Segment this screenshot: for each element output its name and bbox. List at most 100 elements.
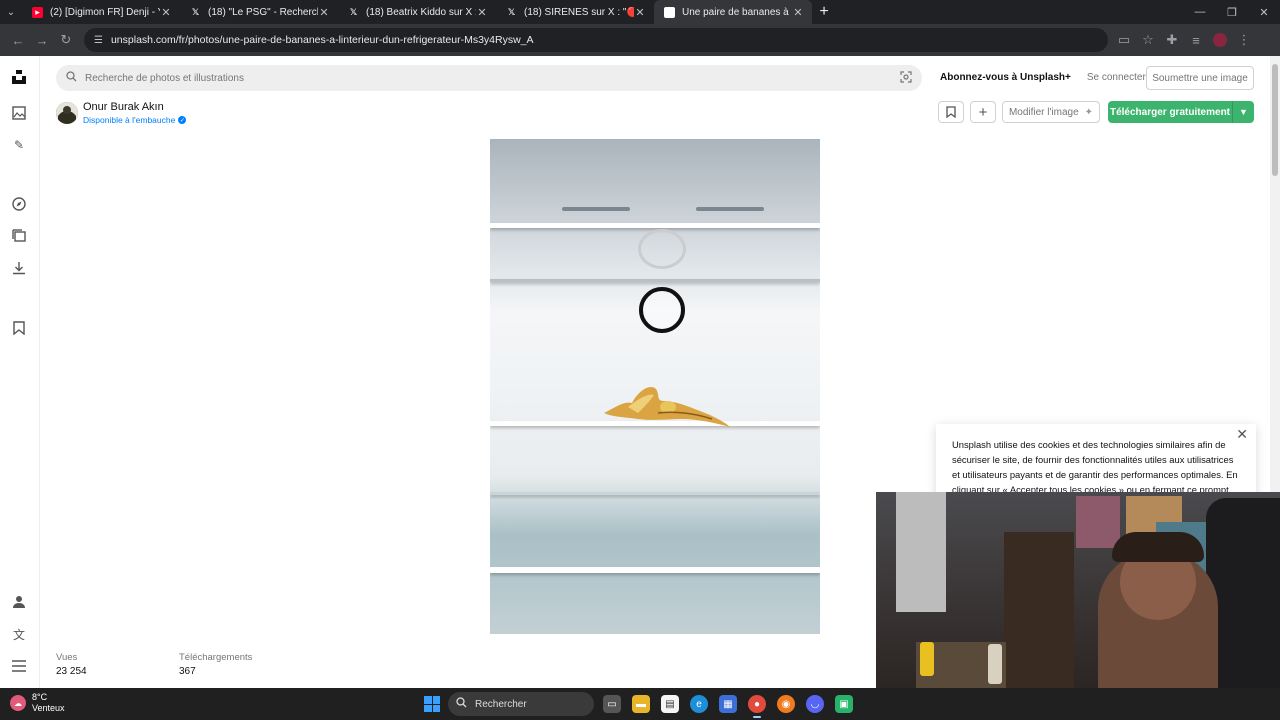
close-icon[interactable]: ✕ bbox=[318, 6, 330, 19]
windows-start-icon[interactable] bbox=[424, 696, 440, 712]
unsplash-logo-icon[interactable] bbox=[10, 68, 28, 86]
weather-icon: ☁ bbox=[10, 695, 26, 711]
webcam-poster bbox=[1076, 496, 1120, 548]
views-label: Vues bbox=[56, 652, 78, 663]
discord-icon[interactable]: ◡ bbox=[806, 695, 824, 713]
edge-icon[interactable]: e bbox=[690, 695, 708, 713]
bookmark-star-icon[interactable]: ☆ bbox=[1136, 28, 1160, 52]
downloads-value: 367 bbox=[179, 666, 196, 677]
chrome-icon[interactable]: ● bbox=[748, 695, 766, 718]
header-links: Abonnez-vous à Unsplash+ Se connecter bbox=[940, 72, 1146, 83]
close-icon[interactable]: ✕ bbox=[1236, 427, 1248, 442]
browser-toolbar: ← → ↻ ☰ unsplash.com/fr/photos/une-paire… bbox=[0, 24, 1280, 56]
new-tab-button[interactable]: + bbox=[812, 3, 836, 21]
login-link[interactable]: Se connecter bbox=[1087, 72, 1146, 83]
chevron-down-icon[interactable]: ▼ bbox=[1232, 101, 1254, 123]
hire-status[interactable]: Disponible à l'embauche ✓ bbox=[83, 115, 187, 125]
menu-icon[interactable]: ⋮ bbox=[1232, 28, 1256, 52]
fridge-shelf bbox=[490, 223, 820, 228]
address-bar[interactable]: ☰ unsplash.com/fr/photos/une-paire-de-ba… bbox=[84, 28, 1108, 52]
browser-tab[interactable]: ▸ (2) [Digimon FR] Denji - YouTube ✕ bbox=[22, 0, 180, 24]
weather-condition: Venteux bbox=[32, 703, 65, 713]
reading-list-icon[interactable]: ≡ bbox=[1184, 28, 1208, 52]
scrollbar-thumb[interactable] bbox=[1272, 64, 1278, 176]
back-icon[interactable]: ← bbox=[6, 28, 30, 52]
reload-icon[interactable]: ↻ bbox=[54, 28, 78, 52]
close-icon[interactable]: ✕ bbox=[792, 6, 804, 19]
x-icon: 𝕏 bbox=[349, 6, 358, 17]
download-icon[interactable] bbox=[10, 259, 28, 277]
author-avatar[interactable] bbox=[56, 102, 78, 124]
file-explorer-icon[interactable]: ▬ bbox=[632, 695, 650, 713]
search-icon bbox=[456, 697, 467, 711]
user-icon[interactable] bbox=[10, 593, 28, 611]
hire-label: Disponible à l'embauche bbox=[83, 115, 176, 125]
minimize-icon[interactable]: — bbox=[1184, 6, 1216, 19]
search-input[interactable]: Recherche de photos et illustrations bbox=[85, 73, 900, 84]
image-icon[interactable] bbox=[10, 104, 28, 122]
hamburger-menu-icon[interactable] bbox=[10, 657, 28, 675]
author-name[interactable]: Onur Burak Akın bbox=[83, 101, 164, 113]
close-icon[interactable]: ✕ bbox=[160, 6, 172, 19]
explore-compass-icon[interactable] bbox=[10, 195, 28, 213]
browser-tab[interactable]: 𝕏 (18) Beatrix Kiddo sur X : "L'ext ✕ bbox=[338, 0, 496, 24]
browser-tab[interactable]: 𝕏 (18) "Le PSG" - Recherche / X ✕ bbox=[180, 0, 338, 24]
fridge-rail bbox=[490, 279, 820, 282]
cast-icon[interactable]: ▭ bbox=[1112, 28, 1136, 52]
window-close-icon[interactable]: ✕ bbox=[1248, 6, 1280, 19]
app-icon[interactable]: ▣ bbox=[835, 695, 853, 713]
firefox-icon[interactable]: ◉ bbox=[777, 695, 795, 713]
cursor-highlight bbox=[639, 287, 685, 333]
webcam-window-light bbox=[896, 492, 946, 612]
browser-tab-strip: ⌄ ▸ (2) [Digimon FR] Denji - YouTube ✕ 𝕏… bbox=[0, 0, 1280, 24]
webcam-person-hair bbox=[1112, 532, 1204, 562]
submit-image-button[interactable]: Soumettre une image bbox=[1146, 66, 1254, 90]
bookmark-icon[interactable] bbox=[10, 319, 28, 337]
window-controls: — ❐ ✕ bbox=[1184, 6, 1280, 19]
windows-taskbar: ☁ 8°C Venteux Rechercher ▭ ▬ ▤ e ▦ ● ◉ ◡… bbox=[0, 688, 1280, 720]
youtube-icon: ▸ bbox=[32, 6, 43, 18]
subscribe-link[interactable]: Abonnez-vous à Unsplash+ bbox=[940, 72, 1071, 83]
url-text: unsplash.com/fr/photos/une-paire-de-bana… bbox=[110, 34, 534, 46]
language-icon[interactable]: 文 bbox=[10, 625, 28, 643]
taskbar-search[interactable]: Rechercher bbox=[448, 692, 594, 716]
notepad-icon[interactable]: ▤ bbox=[661, 695, 679, 713]
banana-peel bbox=[604, 386, 730, 427]
main-photo[interactable] bbox=[490, 139, 820, 634]
collections-icon[interactable] bbox=[10, 227, 28, 245]
close-icon[interactable]: ✕ bbox=[634, 6, 646, 19]
search-bar[interactable]: Recherche de photos et illustrations bbox=[56, 65, 922, 91]
webcam-bottle bbox=[920, 642, 934, 676]
tab-search-chevron-icon[interactable]: ⌄ bbox=[0, 0, 22, 24]
maximize-icon[interactable]: ❐ bbox=[1216, 6, 1248, 19]
task-view-icon[interactable]: ▭ bbox=[603, 695, 621, 713]
edit-image-button[interactable]: Modifier l'image ✦ bbox=[1002, 101, 1100, 123]
download-label: Télécharger gratuitement bbox=[1109, 106, 1231, 118]
extensions-icon[interactable]: ✚ bbox=[1160, 28, 1184, 52]
downloads-label: Téléchargements bbox=[179, 652, 253, 663]
close-icon[interactable]: ✕ bbox=[476, 6, 488, 19]
search-icon bbox=[66, 71, 77, 85]
tab-title: (18) "Le PSG" - Recherche / X bbox=[208, 6, 318, 18]
tab-title: (18) SIRÈNES sur X : "🔴 ALERT bbox=[524, 6, 634, 18]
add-to-collection-button[interactable]: + bbox=[970, 101, 996, 123]
taskbar-search-label: Rechercher bbox=[475, 698, 527, 710]
pen-icon[interactable]: ✎ bbox=[10, 136, 28, 154]
webcam-overlay bbox=[876, 492, 1280, 688]
weather-widget[interactable]: ☁ 8°C Venteux bbox=[10, 692, 65, 714]
bookmark-button[interactable] bbox=[938, 101, 964, 123]
left-sidebar: ✎ 文 bbox=[0, 56, 40, 688]
profile-avatar[interactable] bbox=[1208, 28, 1232, 52]
bookmark-icon bbox=[946, 106, 956, 118]
page-scrollbar[interactable] bbox=[1270, 56, 1280, 492]
browser-tab-active[interactable]: Une paire de bananes à l'intérieur ✕ bbox=[654, 0, 812, 24]
browser-tab[interactable]: 𝕏 (18) SIRÈNES sur X : "🔴 ALERT ✕ bbox=[496, 0, 654, 24]
verified-check-icon: ✓ bbox=[178, 116, 187, 124]
fridge-vent bbox=[562, 207, 630, 211]
download-button[interactable]: Télécharger gratuitement ▼ bbox=[1108, 101, 1254, 123]
store-icon[interactable]: ▦ bbox=[719, 695, 737, 713]
edit-image-label: Modifier l'image bbox=[1008, 106, 1079, 118]
visual-search-icon[interactable] bbox=[900, 70, 912, 86]
forward-icon[interactable]: → bbox=[30, 28, 54, 52]
site-info-icon[interactable]: ☰ bbox=[94, 35, 103, 46]
